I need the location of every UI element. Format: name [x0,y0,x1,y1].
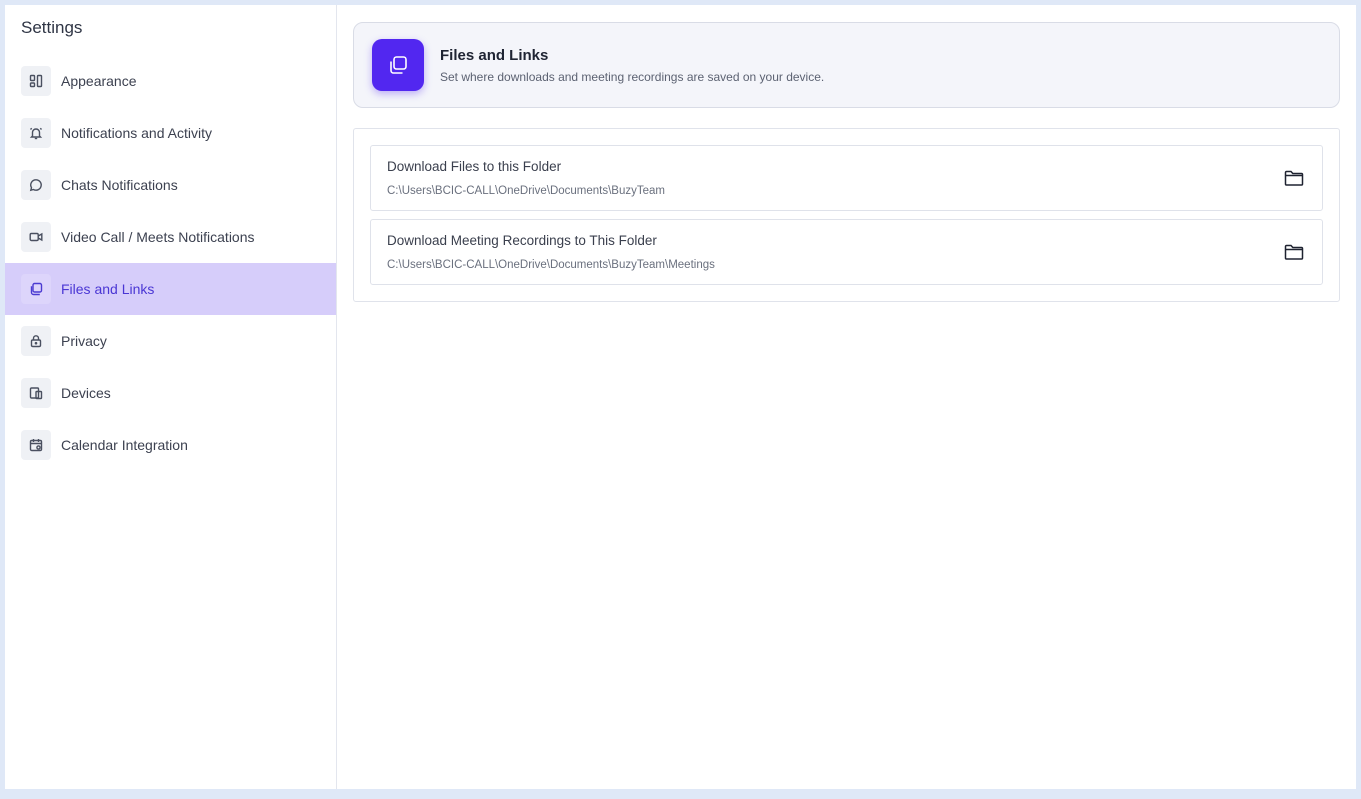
download-folders-card: Download Files to this Folder C:\Users\B… [353,128,1340,302]
sidebar-item-privacy[interactable]: Privacy [5,315,336,367]
devices-icon [21,378,51,408]
sidebar-item-label: Files and Links [61,281,155,297]
sidebar-item-label: Notifications and Activity [61,125,212,141]
download-recordings-folder-row: Download Meeting Recordings to This Fold… [370,219,1323,285]
sidebar-item-notifications-activity[interactable]: Notifications and Activity [5,107,336,159]
lock-icon [21,326,51,356]
sidebar-title: Settings [21,18,83,37]
section-header-text: Files and Links Set where downloads and … [440,47,824,84]
sidebar-item-label: Privacy [61,333,107,349]
sidebar-item-appearance[interactable]: Appearance [5,55,336,107]
settings-window: Settings Appearance Notifications and Ac… [5,5,1356,789]
video-camera-icon [21,222,51,252]
settings-content: Files and Links Set where downloads and … [337,5,1356,789]
sidebar-item-files-and-links[interactable]: Files and Links [5,263,336,315]
sidebar-item-label: Appearance [61,73,137,89]
settings-sidebar: Settings Appearance Notifications and Ac… [5,5,337,789]
copy-files-icon [21,274,51,304]
sidebar-item-label: Devices [61,385,111,401]
folder-info: Download Meeting Recordings to This Fold… [387,233,715,271]
sidebar-item-calendar-integration[interactable]: Calendar Integration [5,419,336,471]
page-title: Files and Links [440,46,549,64]
copy-files-icon [372,39,424,91]
folder-label: Download Meeting Recordings to This Fold… [387,233,657,248]
bell-icon [21,118,51,148]
settings-nav: Appearance Notifications and Activity Ch… [5,55,336,471]
sidebar-item-devices[interactable]: Devices [5,367,336,419]
folder-path: C:\Users\BCIC-CALL\OneDrive\Documents\Bu… [387,259,715,271]
sidebar-item-label: Chats Notifications [61,177,178,193]
sidebar-item-label: Calendar Integration [61,437,188,453]
choose-files-folder-button[interactable] [1282,166,1306,190]
sidebar-item-chats-notifications[interactable]: Chats Notifications [5,159,336,211]
download-files-folder-row: Download Files to this Folder C:\Users\B… [370,145,1323,211]
calendar-icon [21,430,51,460]
sidebar-item-label: Video Call / Meets Notifications [61,229,255,245]
folder-icon [1284,244,1304,260]
folder-icon [1284,170,1304,186]
layout-icon [21,66,51,96]
folder-label: Download Files to this Folder [387,159,562,174]
chat-bubble-icon [21,170,51,200]
page-subtitle: Set where downloads and meeting recordin… [440,69,825,84]
section-header: Files and Links Set where downloads and … [353,22,1340,108]
sidebar-item-video-call-notifications[interactable]: Video Call / Meets Notifications [5,211,336,263]
folder-path: C:\Users\BCIC-CALL\OneDrive\Documents\Bu… [387,185,665,197]
choose-recordings-folder-button[interactable] [1282,240,1306,264]
folder-info: Download Files to this Folder C:\Users\B… [387,159,665,197]
